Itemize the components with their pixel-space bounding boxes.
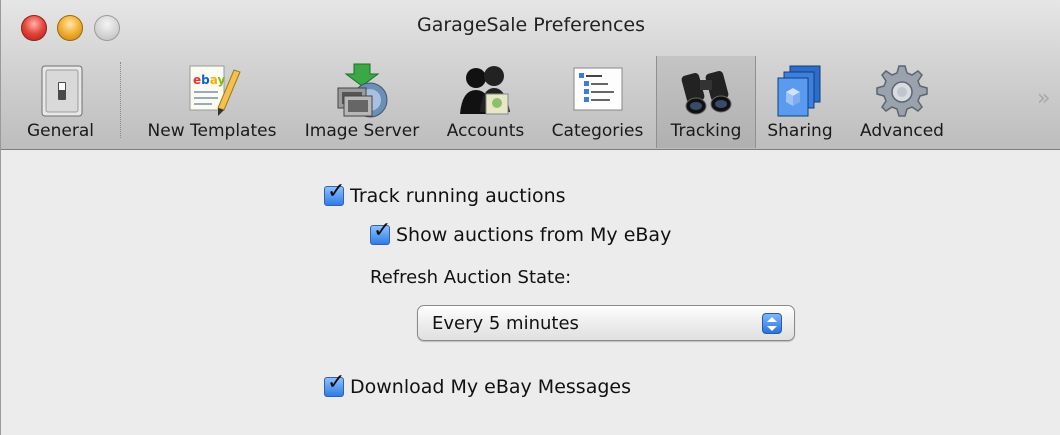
track-running-auctions-label: Track running auctions: [350, 185, 566, 207]
refresh-interval-select[interactable]: Every 5 minutes: [417, 305, 795, 341]
download-messages-checkbox[interactable]: ✓: [324, 372, 345, 397]
show-my-ebay-checkbox[interactable]: ✓: [370, 220, 391, 245]
title-bar: GarageSale Preferences: [1, 0, 1060, 56]
toolbar-separator: [120, 62, 121, 138]
show-my-ebay-row[interactable]: ✓ Show auctions from My eBay: [370, 220, 672, 246]
show-my-ebay-label: Show auctions from My eBay: [396, 224, 672, 246]
svg-text:ebay: ebay: [193, 73, 225, 87]
checkmark-icon: ✓: [373, 218, 392, 243]
download-messages-row[interactable]: ✓ Download My eBay Messages: [324, 372, 631, 398]
tab-label: Accounts: [446, 121, 525, 141]
tab-label: Tracking: [670, 121, 742, 141]
tracking-pane: ✓ Track running auctions ✓ Show auctions…: [1, 150, 1060, 435]
light-switch-icon: [32, 62, 92, 122]
tab-label: Advanced: [860, 121, 944, 141]
tab-tracking[interactable]: Tracking: [656, 56, 756, 148]
user-accounts-icon: [456, 62, 516, 122]
tab-label: General: [27, 121, 94, 141]
toolbar-overflow-button[interactable]: »: [1037, 86, 1051, 111]
refresh-interval-value: Every 5 minutes: [432, 313, 579, 334]
tab-label: New Templates: [147, 121, 277, 141]
preferences-window: GarageSale Preferences General ebay New …: [0, 0, 1060, 435]
tab-sharing[interactable]: Sharing: [757, 56, 843, 148]
image-upload-server-icon: [332, 62, 392, 122]
checkmark-icon: ✓: [327, 179, 346, 204]
tab-label: Image Server: [304, 121, 420, 141]
tab-label: Categories: [551, 121, 644, 141]
tab-advanced[interactable]: Advanced: [850, 56, 954, 148]
download-messages-label: Download My eBay Messages: [350, 376, 631, 398]
track-running-auctions-row[interactable]: ✓ Track running auctions: [324, 181, 566, 207]
tab-label: Sharing: [767, 121, 833, 141]
tab-general[interactable]: General: [1, 56, 120, 148]
ebay-template-pencil-icon: ebay: [182, 62, 242, 122]
window-title: GarageSale Preferences: [416, 14, 646, 36]
select-stepper-icon: [762, 313, 782, 334]
toolbar: GarageSale Preferences General ebay New …: [1, 0, 1060, 150]
category-list-icon: [568, 62, 628, 122]
tab-image-server[interactable]: Image Server: [297, 56, 427, 148]
checkmark-icon: ✓: [327, 370, 346, 395]
tab-new-templates[interactable]: ebay New Templates: [139, 56, 285, 148]
binoculars-icon: [676, 62, 736, 122]
tab-accounts[interactable]: Accounts: [437, 56, 534, 148]
stacked-boxes-icon: [770, 62, 830, 122]
gear-icon: [872, 62, 932, 122]
refresh-auction-state-label: Refresh Auction State:: [370, 267, 572, 288]
track-running-auctions-checkbox[interactable]: ✓: [324, 181, 345, 206]
tab-categories[interactable]: Categories: [544, 56, 651, 148]
